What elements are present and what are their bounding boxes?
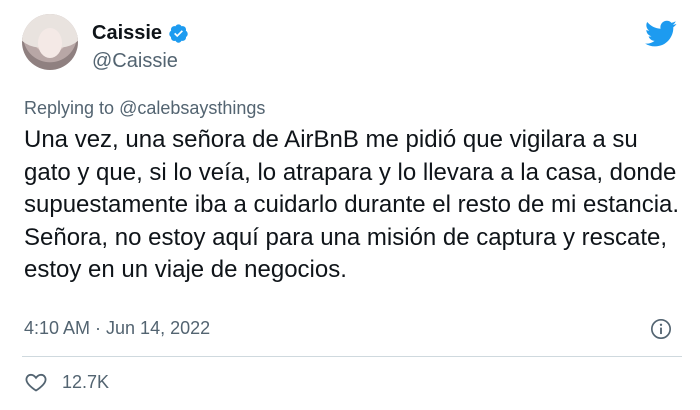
avatar[interactable] [22,14,78,70]
reply-mention-link[interactable]: @calebsaysthings [119,98,265,118]
replying-to: Replying to @calebsaysthings [24,98,265,119]
author-handle[interactable]: @Caissie [92,50,178,73]
like-action[interactable]: 12.7K [24,370,109,394]
verified-badge-icon [169,24,188,43]
divider [22,356,682,357]
twitter-bird-icon[interactable] [645,20,677,48]
like-count: 12.7K [62,371,110,392]
avatar-face [38,28,62,58]
tweet-timestamp[interactable]: 4:10 AM · Jun 14, 2022 [24,318,210,339]
info-icon[interactable] [650,318,672,340]
author-name-row[interactable]: Caissie [92,22,189,45]
replying-to-prefix: Replying to [24,98,115,118]
heart-icon[interactable] [24,370,48,394]
tweet-text: Una vez, una señora de AirBnB me pidió q… [24,126,680,283]
author-display-name[interactable]: Caissie [92,22,162,45]
